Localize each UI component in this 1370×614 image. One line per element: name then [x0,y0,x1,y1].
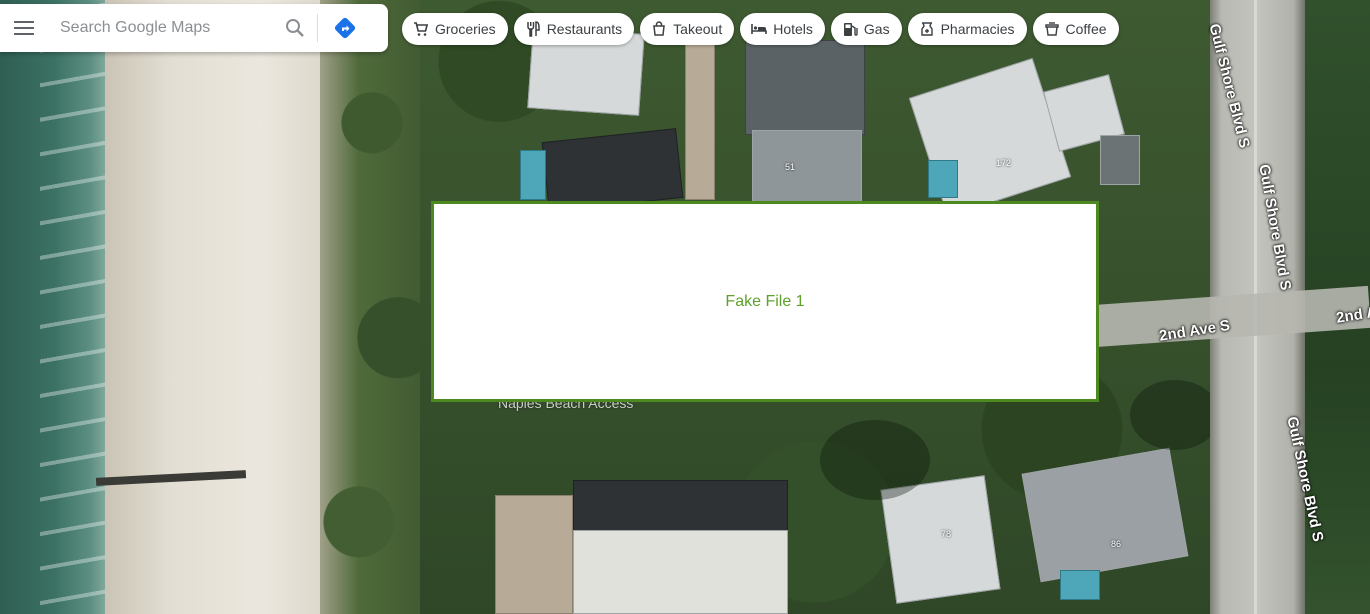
chip-label: Hotels [773,21,813,37]
fork-knife-icon [524,20,542,38]
search-input[interactable] [48,8,273,48]
pharmacy-icon [918,20,936,38]
chip-label: Restaurants [546,21,623,37]
tree-canopy [1130,380,1220,450]
chip-coffee[interactable]: Coffee [1032,13,1119,45]
takeout-bag-icon [650,20,668,38]
pool [520,150,546,200]
house-number: 78 [941,529,952,539]
house-number: 51 [785,162,796,172]
gas-pump-icon [841,20,859,38]
directions-button[interactable] [318,4,372,52]
chip-label: Pharmacies [940,21,1015,37]
building-roof [1100,135,1140,185]
building-roof [541,128,684,212]
chip-hotels[interactable]: Hotels [740,13,825,45]
construction-site [495,495,573,614]
category-chips: Groceries Restaurants Takeout Hotels Gas… [402,13,1119,45]
search-box [0,4,388,52]
menu-button[interactable] [0,4,48,52]
chip-gas[interactable]: Gas [830,13,902,45]
coffee-cup-icon [1043,20,1061,38]
condo-roof [573,530,788,614]
search-icon [286,19,304,37]
pool [928,160,958,198]
chip-label: Gas [863,21,890,37]
bed-icon [750,20,768,38]
house-number: 86 [1111,539,1122,549]
chip-pharmacies[interactable]: Pharmacies [907,13,1027,45]
chip-label: Takeout [673,21,723,37]
driveway [685,40,715,200]
chip-restaurants[interactable]: Restaurants [513,13,635,45]
cart-icon [412,20,430,38]
building-roof [752,130,862,202]
chip-label: Groceries [435,21,496,37]
screened-pool-enclosure [745,40,865,135]
search-button[interactable] [273,4,317,52]
chip-label: Coffee [1065,21,1107,37]
directions-icon [334,17,356,39]
tree-canopy [820,420,930,500]
pool [1060,570,1100,600]
chip-takeout[interactable]: Takeout [640,13,735,45]
chip-groceries[interactable]: Groceries [402,13,508,45]
menu-icon [14,21,34,35]
house-number: 172 [996,158,1012,168]
fake-file-overlay[interactable]: Fake File 1 [431,201,1099,402]
fake-file-label: Fake File 1 [725,292,805,310]
